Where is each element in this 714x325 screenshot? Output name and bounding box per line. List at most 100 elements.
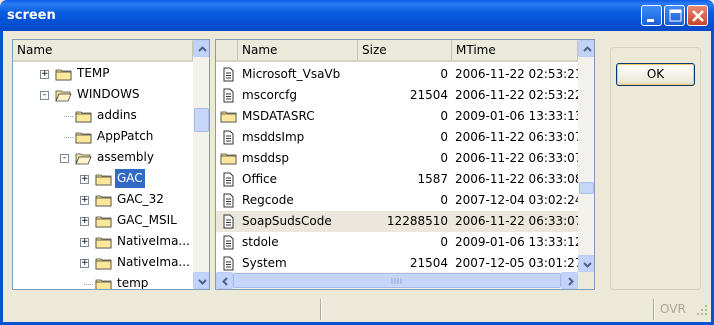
list-scroll-down-button[interactable] <box>578 255 594 272</box>
file-icon <box>220 235 237 250</box>
file-name: stdole <box>242 235 279 249</box>
file-icon <box>220 193 237 208</box>
list-row[interactable]: System 21504 2007-12-05 03:01:27 <box>216 253 582 274</box>
list-scroll-up-button[interactable] <box>578 40 594 57</box>
file-name: Microsoft_VsaVb <box>242 67 341 81</box>
file-mtime: 2006-11-22 02:53:22 <box>455 88 583 102</box>
file-mtime: 2007-12-04 03:02:24 <box>455 193 583 207</box>
file-name: msddsImp <box>242 130 305 144</box>
ok-button[interactable]: OK <box>616 63 695 86</box>
expand-icon[interactable]: + <box>80 238 89 247</box>
maximize-icon <box>669 9 682 22</box>
file-list[interactable]: Name Size MTime Microsoft_VsaVb 0 2006-11-… <box>215 39 595 290</box>
file-size: 0 <box>440 130 448 144</box>
file-mtime: 2006-11-22 06:33:08 <box>455 172 583 186</box>
column-header-mtime[interactable]: MTime <box>452 40 578 60</box>
minimize-icon <box>647 19 654 22</box>
folder-open-icon <box>55 89 72 102</box>
title-bar[interactable]: screen <box>0 0 714 31</box>
file-mtime: 2006-11-22 06:33:07 <box>455 214 583 228</box>
overwrite-mode-indicator: OVR <box>660 302 686 316</box>
tree-item[interactable]: - assembly <box>13 148 193 169</box>
chevron-right-icon <box>568 277 574 286</box>
list-row[interactable]: mscorcfg 21504 2006-11-22 02:53:22 <box>216 85 582 106</box>
close-button[interactable] <box>687 5 708 26</box>
list-row[interactable]: Regcode 0 2007-12-04 03:02:24 <box>216 190 582 211</box>
grip-icon <box>391 278 402 284</box>
list-row[interactable]: Office 1587 2006-11-22 06:33:08 <box>216 169 582 190</box>
list-row[interactable]: msddsImp 0 2006-11-22 06:33:07 <box>216 127 582 148</box>
tree-vertical-scrollbar[interactable] <box>193 40 209 289</box>
resize-grip-icon[interactable] <box>695 303 709 317</box>
expand-icon[interactable]: + <box>80 196 89 205</box>
list-row[interactable]: msddsp 0 2006-11-22 06:33:07 <box>216 148 582 169</box>
chevron-up-icon <box>198 46 207 52</box>
tree-item[interactable]: + NativeIma... <box>13 253 193 274</box>
close-icon <box>692 10 704 22</box>
tree-item-label: NativeIma... <box>117 255 190 269</box>
list-horizontal-scrollbar[interactable] <box>216 272 578 289</box>
tree-item[interactable]: + GAC <box>13 169 193 190</box>
tree-connector <box>84 284 93 285</box>
folder-icon <box>220 109 237 124</box>
tree-item[interactable]: + GAC_32 <box>13 190 193 211</box>
list-scroll-left-button[interactable] <box>216 272 233 289</box>
folder-icon <box>95 173 112 186</box>
file-icon <box>220 214 237 229</box>
expand-icon[interactable]: + <box>80 259 89 268</box>
column-header-size[interactable]: Size <box>358 40 452 60</box>
expand-icon[interactable]: + <box>40 70 49 79</box>
tree-header-name[interactable]: Name <box>13 40 193 60</box>
column-header-name[interactable]: Name <box>238 40 358 60</box>
tree-connector <box>64 116 73 117</box>
tree-item-label: temp <box>117 276 149 290</box>
collapse-icon[interactable]: - <box>40 91 49 100</box>
tree-scroll-thumb[interactable] <box>194 108 209 132</box>
tree-item[interactable]: + TEMP <box>13 64 193 85</box>
list-hscroll-thumb[interactable] <box>233 273 561 288</box>
tree-item[interactable]: temp <box>13 274 193 290</box>
minimize-button[interactable] <box>641 5 662 26</box>
file-size: 0 <box>440 193 448 207</box>
tree-item-label: NativeIma... <box>117 234 190 248</box>
file-icon <box>220 256 237 271</box>
tree-connector <box>64 137 73 138</box>
expand-icon[interactable]: + <box>80 217 89 226</box>
file-name: mscorcfg <box>242 88 297 102</box>
tree-item[interactable]: AppPatch <box>13 127 193 148</box>
tree-scroll-up-button[interactable] <box>193 40 209 57</box>
expand-icon[interactable]: + <box>80 175 89 184</box>
list-vertical-scrollbar[interactable] <box>578 40 594 272</box>
tree-item[interactable]: + NativeIma... <box>13 232 193 253</box>
list-row[interactable]: stdole 0 2009-01-06 13:33:12 <box>216 232 582 253</box>
file-size: 21504 <box>409 88 448 102</box>
status-bar <box>3 297 711 322</box>
tree-item[interactable]: - WINDOWS <box>13 85 193 106</box>
file-icon <box>220 67 237 82</box>
folder-tree[interactable]: Name + TEMP - WINDOWS addins AppPatch - assembl… <box>12 39 210 290</box>
collapse-icon[interactable]: - <box>60 154 69 163</box>
file-icon <box>220 130 237 145</box>
list-scroll-right-button[interactable] <box>561 272 578 289</box>
tree-scroll-down-button[interactable] <box>193 272 209 289</box>
file-mtime: 2007-12-05 03:01:27 <box>455 256 583 270</box>
list-row[interactable]: Microsoft_VsaVb 0 2006-11-22 02:53:21 <box>216 64 582 85</box>
list-row[interactable]: SoapSudsCode 12288510 2006-11-22 06:33:07 <box>216 211 582 232</box>
file-size: 21504 <box>409 256 448 270</box>
file-name: System <box>242 256 287 270</box>
file-size: 1587 <box>417 172 448 186</box>
tree-item-label: WINDOWS <box>77 87 140 101</box>
list-scroll-thumb[interactable] <box>579 182 594 194</box>
tree-item-label: GAC_32 <box>117 192 164 206</box>
list-row[interactable]: MSDATASRC 0 2009-01-06 13:33:13 <box>216 106 582 127</box>
folder-icon <box>95 278 112 289</box>
tree-item[interactable]: addins <box>13 106 193 127</box>
folder-icon <box>75 131 92 144</box>
chevron-left-icon <box>222 277 228 286</box>
folder-icon <box>95 236 112 249</box>
tree-item[interactable]: + GAC_MSIL <box>13 211 193 232</box>
maximize-button[interactable] <box>664 5 685 26</box>
status-divider <box>320 299 322 320</box>
tree-item-label: AppPatch <box>97 129 154 143</box>
status-divider <box>653 299 655 320</box>
